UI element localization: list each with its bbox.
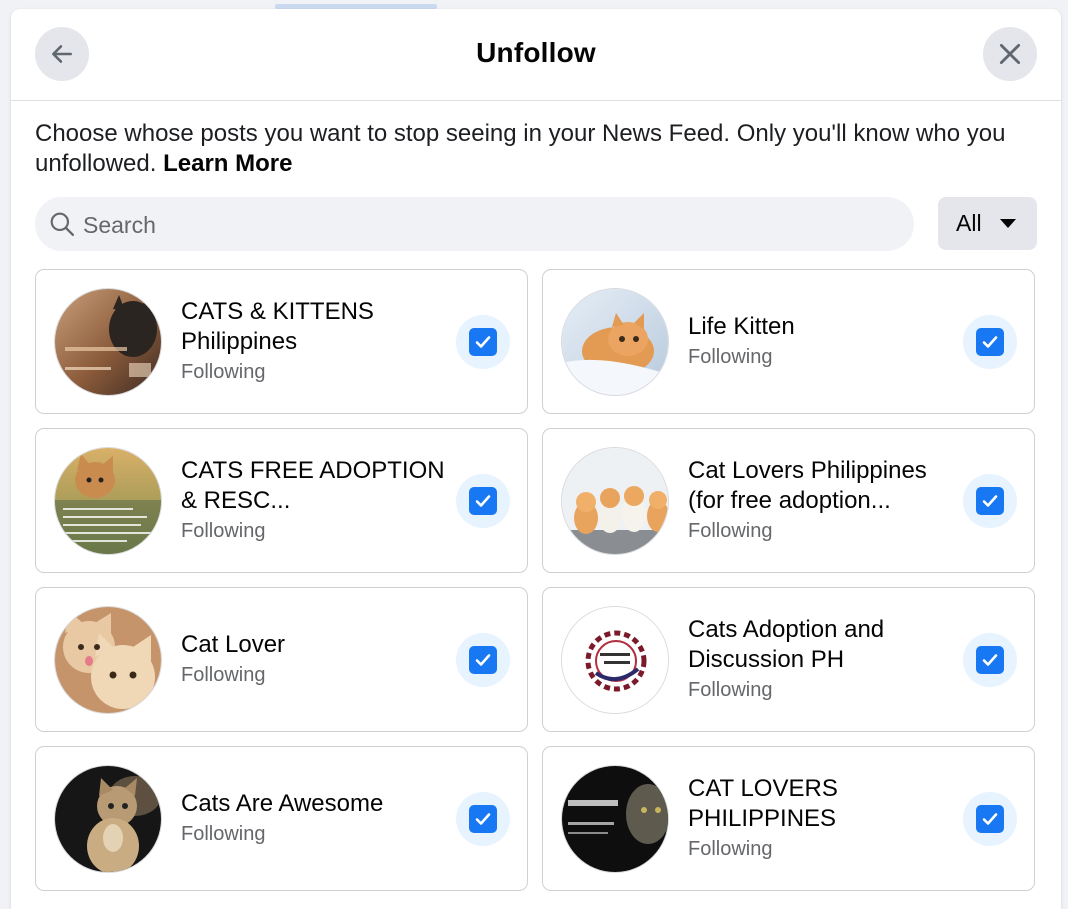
item-name: Life Kitten xyxy=(688,312,795,340)
dialog-title: Unfollow xyxy=(476,37,596,68)
avatar xyxy=(561,288,669,396)
avatar xyxy=(54,765,162,873)
follow-checkbox[interactable] xyxy=(456,633,510,687)
follow-checkbox[interactable] xyxy=(963,792,1017,846)
unfollow-item[interactable]: Cats Are Awesome Following xyxy=(35,746,528,891)
item-info: Cats Adoption and Discussion PH Followin… xyxy=(688,588,958,731)
follow-checkbox[interactable] xyxy=(456,315,510,369)
follow-checkbox[interactable] xyxy=(456,474,510,528)
unfollow-dialog: Unfollow Choose whose posts you want to … xyxy=(11,9,1061,909)
item-info: Cats Are Awesome Following xyxy=(181,747,451,890)
avatar xyxy=(54,606,162,714)
unfollow-item[interactable]: CAT LOVERS PHILIPPINES Following xyxy=(542,746,1035,891)
follow-checkbox[interactable] xyxy=(963,474,1017,528)
checkmark-icon xyxy=(469,646,497,674)
filter-selected-label: All xyxy=(956,210,982,236)
search-bar xyxy=(35,197,914,253)
avatar xyxy=(54,288,162,396)
item-status: Following xyxy=(181,663,266,686)
checkmark-icon xyxy=(469,328,497,356)
avatar xyxy=(561,447,669,555)
item-status: Following xyxy=(181,822,266,845)
search-icon xyxy=(50,212,75,237)
unfollow-item[interactable]: Cat Lovers Philippines (for free adoptio… xyxy=(542,428,1035,573)
item-status: Following xyxy=(688,519,773,542)
unfollow-item[interactable]: Cats Adoption and Discussion PH Followin… xyxy=(542,587,1035,732)
unfollow-item[interactable]: CATS & KITTENS Philippines Following xyxy=(35,269,528,414)
checkmark-icon xyxy=(976,328,1004,356)
follow-checkbox[interactable] xyxy=(963,315,1017,369)
follow-checkbox[interactable] xyxy=(963,633,1017,687)
item-status: Following xyxy=(181,360,266,383)
item-info: Cat Lovers Philippines (for free adoptio… xyxy=(688,429,958,572)
item-status: Following xyxy=(688,837,773,860)
dialog-description: Choose whose posts you want to stop seei… xyxy=(35,119,1035,179)
unfollow-item[interactable]: CATS FREE ADOPTION & RESC... Following xyxy=(35,428,528,573)
avatar xyxy=(561,606,669,714)
item-name: CATS & KITTENS Philippines xyxy=(181,297,374,355)
checkmark-icon xyxy=(469,487,497,515)
checkmark-icon xyxy=(976,646,1004,674)
checkmark-icon xyxy=(976,487,1004,515)
caret-down-icon xyxy=(1000,219,1016,228)
item-name: Cat Lover xyxy=(181,630,286,658)
item-status: Following xyxy=(688,345,773,368)
checkmark-icon xyxy=(469,805,497,833)
follow-checkbox[interactable] xyxy=(456,792,510,846)
dialog-header: Unfollow xyxy=(11,9,1061,101)
unfollow-item[interactable]: Life Kitten Following xyxy=(542,269,1035,414)
learn-more-link[interactable]: Learn More xyxy=(163,150,292,177)
avatar xyxy=(561,765,669,873)
item-info: Life Kitten Following xyxy=(688,270,958,413)
unfollow-item[interactable]: Cat Lover Following xyxy=(35,587,528,732)
item-name: CATS FREE ADOPTION & RESC... xyxy=(181,456,445,514)
item-name: Cats Adoption and Discussion PH xyxy=(688,615,885,673)
item-status: Following xyxy=(181,519,266,542)
search-input[interactable] xyxy=(81,197,905,253)
item-name: Cat Lovers Philippines (for free adoptio… xyxy=(688,456,927,514)
item-info: CATS & KITTENS Philippines Following xyxy=(181,270,451,413)
item-info: CATS FREE ADOPTION & RESC... Following xyxy=(181,429,451,572)
close-button[interactable] xyxy=(983,27,1037,81)
close-icon xyxy=(999,43,1021,65)
avatar xyxy=(54,447,162,555)
filter-dropdown[interactable]: All xyxy=(938,197,1037,250)
checkmark-icon xyxy=(976,805,1004,833)
item-info: CAT LOVERS PHILIPPINES Following xyxy=(688,747,958,890)
item-name: Cats Are Awesome xyxy=(181,789,384,817)
item-name: CAT LOVERS PHILIPPINES xyxy=(688,774,838,832)
item-status: Following xyxy=(688,678,773,701)
item-info: Cat Lover Following xyxy=(181,588,451,731)
